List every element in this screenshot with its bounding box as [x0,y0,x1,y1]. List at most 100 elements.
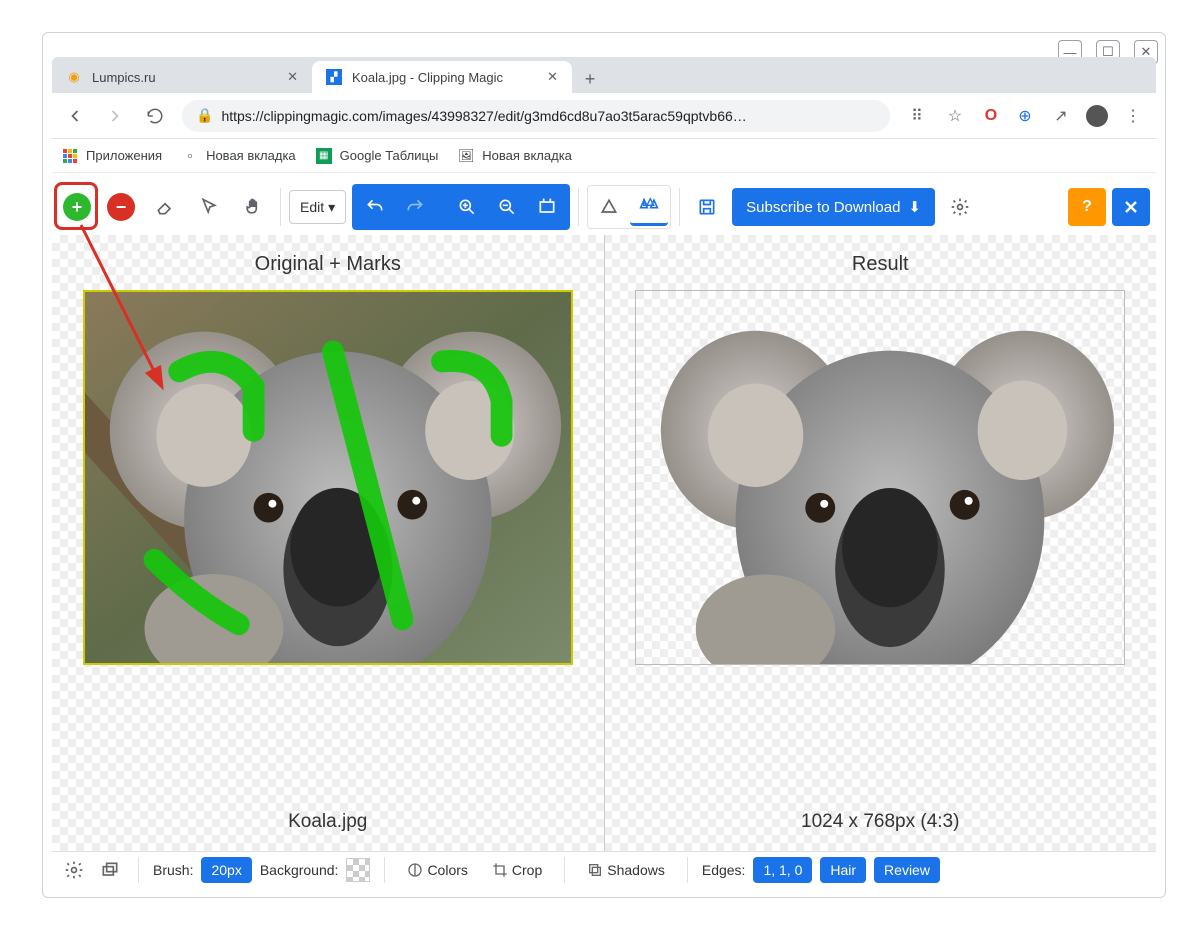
page-icon: ▫ [182,148,198,164]
crop-button[interactable]: Crop [484,857,550,883]
new-tab-button[interactable]: + [576,65,604,93]
plus-icon: + [63,193,91,221]
colors-button[interactable]: Colors [399,857,475,883]
gear-icon [950,197,970,217]
chevron-down-icon: ▾ [328,199,335,216]
single-view-icon [599,197,619,217]
help-label: ? [1082,198,1092,216]
opera-icon[interactable]: O [980,105,1002,127]
gear-icon [64,860,84,880]
menu-icon[interactable]: ⋮ [1120,103,1146,129]
apps-icon [62,148,78,164]
undo-icon [365,197,385,217]
zoom-out-button[interactable] [488,188,526,226]
tab-bar: ◉ Lumpics.ru ✕ ▞ Koala.jpg - Clipping Ma… [52,57,1156,93]
tab-close-icon[interactable]: ✕ [547,69,558,85]
help-button[interactable]: ? [1068,188,1106,226]
background-label: Background: [260,862,339,878]
zoom-in-button[interactable] [448,188,486,226]
browser-tab-clippingmagic[interactable]: ▞ Koala.jpg - Clipping Magic ✕ [312,61,572,93]
redo-button[interactable] [396,188,434,226]
eraser-tool-button[interactable] [146,188,184,226]
favicon-lumpics: ◉ [66,69,82,85]
address-bar[interactable]: 🔒 https://clippingmagic.com/images/43998… [182,100,890,132]
layers-icon [100,860,120,880]
bookmarks-bar: Приложения ▫ Новая вкладка ▦ Google Табл… [52,139,1156,173]
bookmark-label: Новая вкладка [206,148,296,163]
subscribe-button[interactable]: Subscribe to Download ⬇ [732,188,935,226]
nav-bar: 🔒 https://clippingmagic.com/images/43998… [52,93,1156,139]
koala-image [85,292,571,663]
photo-icon: 🖼 [458,148,474,164]
result-image[interactable] [635,290,1125,665]
edges-value-button[interactable]: 1, 1, 0 [753,857,812,883]
review-button[interactable]: Review [874,857,940,883]
colors-icon [407,862,423,878]
bookmark-sheets[interactable]: ▦ Google Таблицы [316,148,439,164]
background-swatch-button[interactable] [346,858,370,882]
sheets-icon: ▦ [316,148,332,164]
reload-button[interactable] [142,103,168,129]
editor-workspace: Original + Marks [52,235,1156,853]
forward-button[interactable] [102,103,128,129]
pointer-icon [199,197,219,217]
split-view-icon [639,196,659,216]
save-button[interactable] [688,188,726,226]
globe-icon[interactable]: ⊕ [1014,105,1036,127]
redo-icon [405,197,425,217]
pointer-tool-button[interactable] [190,188,228,226]
browser-tab-lumpics[interactable]: ◉ Lumpics.ru ✕ [52,61,312,93]
star-icon[interactable]: ☆ [942,103,968,129]
edit-label: Edit [300,199,324,215]
bottom-toolbar: Brush: 20px Background: Colors Crop Shad… [52,851,1156,887]
edges-label: Edges: [702,862,746,878]
settings-button[interactable] [941,188,979,226]
save-icon [697,197,717,217]
avatar-icon[interactable] [1086,105,1108,127]
filename-label: Koala.jpg [288,791,367,853]
favicon-clippingmagic: ▞ [326,69,342,85]
tab-label: Koala.jpg - Clipping Magic [352,70,503,85]
shadows-icon [587,862,603,878]
bookmark-apps[interactable]: Приложения [62,148,162,164]
bookmark-label: Google Таблицы [340,148,439,163]
minus-icon: − [107,193,135,221]
bookmark-newtab-2[interactable]: 🖼 Новая вкладка [458,148,572,164]
extensions-area: ⠿ ☆ O ⊕ ↗ ⋮ [904,103,1146,129]
translate-icon[interactable]: ⠿ [904,103,930,129]
view-mode-group [587,185,671,229]
eraser-icon [155,197,175,217]
split-view-button[interactable] [630,188,668,226]
tab-close-icon[interactable]: ✕ [287,69,298,85]
subscribe-label: Subscribe to Download [746,199,900,216]
undo-button[interactable] [356,188,394,226]
bookmark-newtab-1[interactable]: ▫ Новая вкладка [182,148,296,164]
shadows-button[interactable]: Shadows [579,857,673,883]
close-editor-button[interactable] [1112,188,1150,226]
brush-size-button[interactable]: 20px [201,857,251,883]
original-title: Original + Marks [255,235,401,290]
original-image[interactable] [83,290,573,665]
result-pane: Result [604,235,1157,853]
bulk-button[interactable] [96,856,124,884]
lock-icon: 🔒 [196,107,213,124]
koala-result-image [636,291,1124,664]
crop-icon [492,862,508,878]
hair-button[interactable]: Hair [820,857,866,883]
remove-tool-button[interactable]: − [102,188,140,226]
prefs-button[interactable] [60,856,88,884]
hand-icon [243,197,263,217]
pan-tool-button[interactable] [234,188,272,226]
zoom-in-icon [457,197,477,217]
single-view-button[interactable] [590,188,628,226]
share-icon[interactable]: ↗ [1048,103,1074,129]
result-title: Result [852,235,909,290]
keep-tool-button[interactable]: + [58,188,96,226]
edit-dropdown[interactable]: Edit ▾ [289,190,346,224]
back-button[interactable] [62,103,88,129]
history-zoom-group [352,184,570,230]
original-pane: Original + Marks [52,235,604,853]
tab-label: Lumpics.ru [92,70,156,85]
bookmark-label: Новая вкладка [482,148,572,163]
fit-button[interactable] [528,188,566,226]
